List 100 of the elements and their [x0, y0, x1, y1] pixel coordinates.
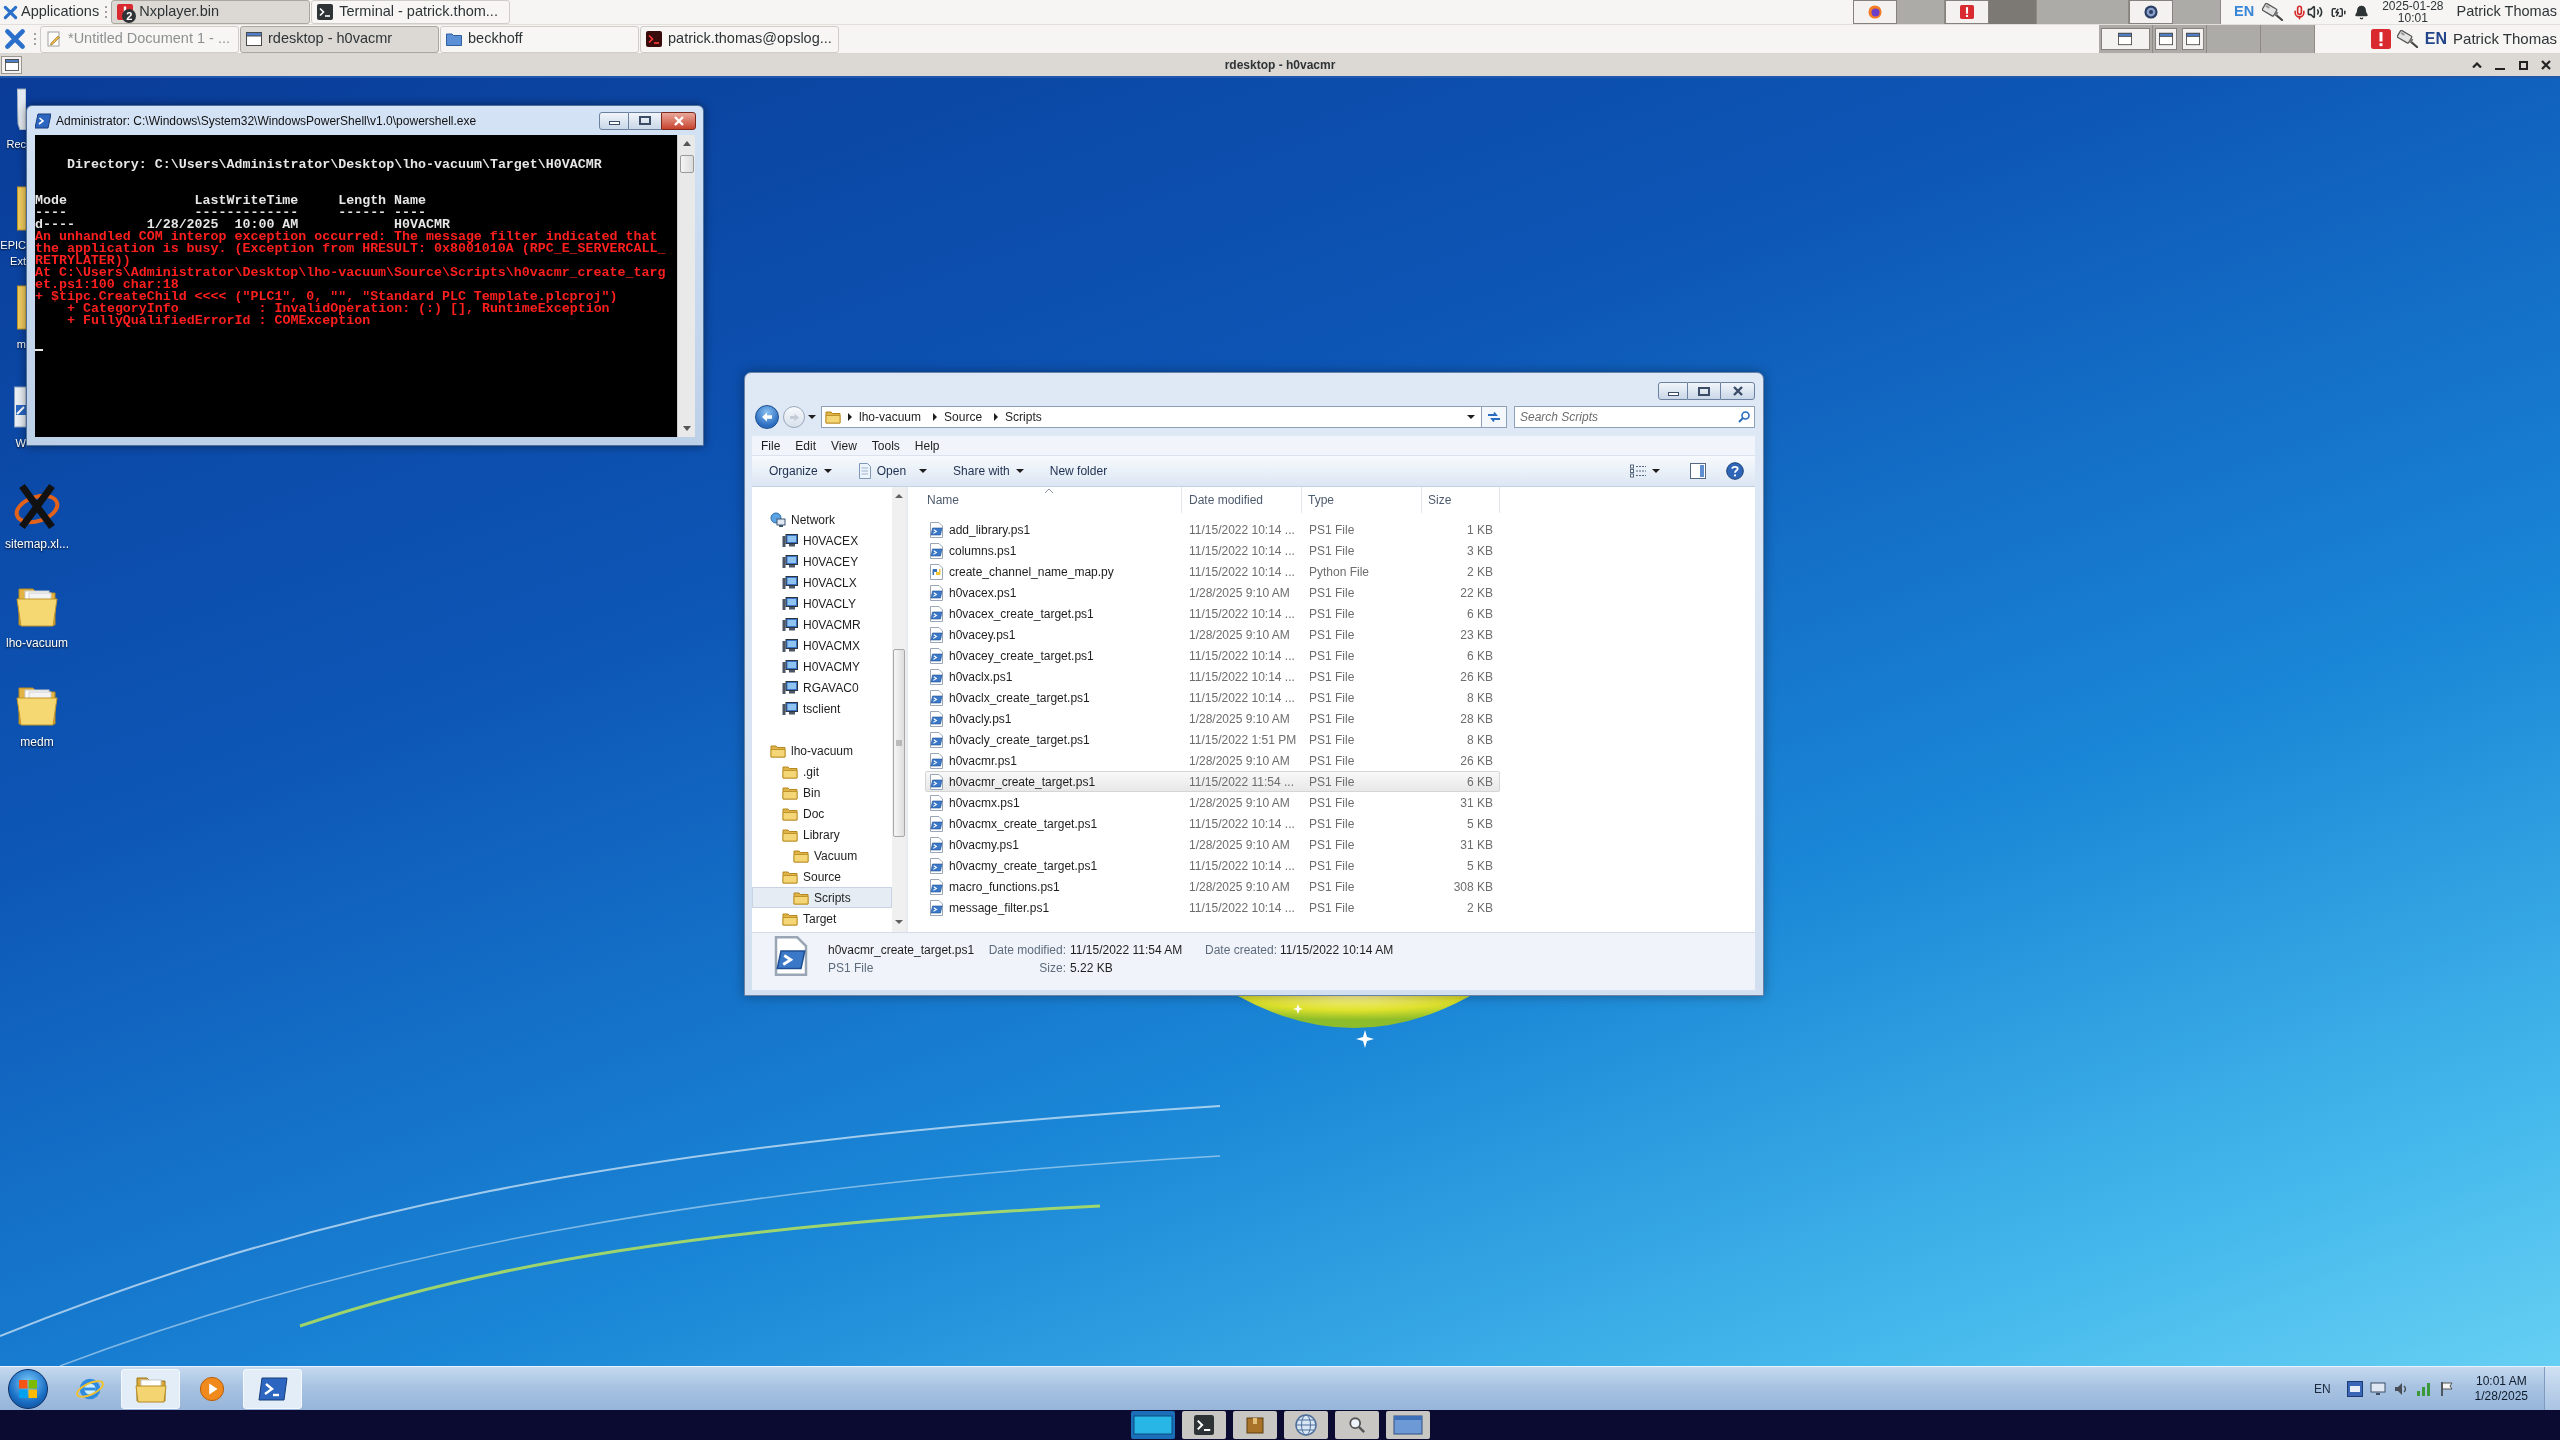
monitor-icon[interactable]: [2369, 1380, 2386, 1397]
menu-item[interactable]: Tools: [864, 436, 907, 455]
applications-menu[interactable]: Applications: [0, 0, 102, 24]
tree-item[interactable]: Scripts: [752, 887, 892, 908]
microphone-icon[interactable]: [2292, 4, 2308, 20]
task-button[interactable]: patrick.thomas@opslog...: [640, 25, 839, 53]
file-row[interactable]: h0vacly.ps1 1/28/2025 9:10 AM PS1 File 28 KB: [925, 708, 1500, 729]
tree-item[interactable]: lho-vacuum: [752, 740, 892, 761]
column-header[interactable]: Type: [1302, 487, 1422, 513]
tree-item[interactable]: Target: [752, 908, 892, 929]
column-header[interactable]: Date modified: [1182, 487, 1302, 513]
plug-icon[interactable]: [2396, 30, 2419, 48]
file-row[interactable]: h0vacey.ps1 1/28/2025 9:10 AM PS1 File 23 KB: [925, 624, 1500, 645]
dock-launcher[interactable]: [1283, 1411, 1328, 1439]
tree-item[interactable]: Source: [752, 866, 892, 887]
column-header[interactable]: Size: [1422, 487, 1500, 513]
dock-launcher[interactable]: [1181, 1411, 1226, 1439]
clock[interactable]: 10:01 AM 1/28/2025: [2468, 1373, 2534, 1404]
keyboard-icon[interactable]: [2346, 1380, 2363, 1397]
maximize-button[interactable]: [1688, 382, 1720, 400]
minimize-button[interactable]: [1658, 382, 1688, 400]
scroll-up-icon[interactable]: [895, 494, 903, 498]
file-row[interactable]: h0vacmx.ps1 1/28/2025 9:10 AM PS1 File 31 KB: [925, 792, 1500, 813]
breadcrumb-item[interactable]: Scripts: [1000, 408, 1047, 426]
maximize-button[interactable]: [629, 111, 661, 130]
task-button[interactable]: rdesktop - h0vacmr: [240, 25, 439, 53]
x-ring-icon[interactable]: [13, 482, 61, 530]
close-button[interactable]: [661, 111, 696, 130]
tree-item[interactable]: H0VACMY: [752, 656, 892, 677]
notifications-icon[interactable]: [2354, 4, 2370, 20]
dock-launcher[interactable]: [1232, 1411, 1277, 1439]
scroll-down-icon[interactable]: [895, 920, 903, 924]
close-button[interactable]: [1720, 382, 1755, 400]
menu-item[interactable]: File: [754, 436, 788, 455]
open-button[interactable]: Open: [848, 459, 937, 483]
file-row[interactable]: create_channel_name_map.py 11/15/2022 10:14 ... Python File 2 KB: [925, 561, 1500, 582]
volume-icon[interactable]: [2307, 4, 2324, 20]
tree-item[interactable]: RGAVAC0: [752, 677, 892, 698]
keyboard-layout-indicator[interactable]: EN: [2424, 27, 2448, 51]
language-indicator[interactable]: EN: [2313, 1379, 2331, 1398]
task-button[interactable]: 2 Nxplayer.bin: [111, 0, 311, 24]
search-field[interactable]: Search Scripts: [1514, 406, 1755, 428]
file-row[interactable]: h0vacex.ps1 1/28/2025 9:10 AM PS1 File 22 KB: [925, 582, 1500, 603]
workspace-button[interactable]: [1853, 0, 1945, 24]
dock-launcher[interactable]: [1334, 1411, 1379, 1439]
shortcut-icon[interactable]: [14, 383, 26, 429]
file-row[interactable]: h0vaclx_create_target.ps1 11/15/2022 10:14 ... PS1 File 8 KB: [925, 687, 1500, 708]
back-button[interactable]: [755, 405, 779, 429]
flag-icon[interactable]: [2438, 1380, 2455, 1397]
file-row[interactable]: macro_functions.ps1 1/28/2025 9:10 AM PS1 File 308 KB: [925, 876, 1500, 897]
tree-item[interactable]: .git: [752, 761, 892, 782]
scroll-down-icon[interactable]: [682, 426, 691, 431]
tree-item[interactable]: H0VACEX: [752, 530, 892, 551]
plug-icon[interactable]: [2262, 3, 2285, 21]
taskbar-app-button[interactable]: [243, 1368, 302, 1409]
dock-launcher[interactable]: [1130, 1411, 1175, 1439]
vertical-scrollbar[interactable]: [677, 135, 695, 437]
tree-item[interactable]: H0VACLX: [752, 572, 892, 593]
vertical-scrollbar[interactable]: [892, 487, 906, 932]
file-row[interactable]: h0vacmy_create_target.ps1 11/15/2022 10:14 ... PS1 File 5 KB: [925, 855, 1500, 876]
scroll-thumb[interactable]: [893, 649, 905, 837]
file-row[interactable]: columns.ps1 11/15/2022 10:14 ... PS1 File 3 KB: [925, 540, 1500, 561]
tree-item[interactable]: H0VACMR: [752, 614, 892, 635]
file-row[interactable]: h0vaclx.ps1 11/15/2022 10:14 ... PS1 File 26 KB: [925, 666, 1500, 687]
user-menu[interactable]: Patrick Thomas: [2456, 1, 2557, 23]
tree-item[interactable]: tsclient: [752, 698, 892, 719]
file-row[interactable]: h0vacly_create_target.ps1 11/15/2022 1:51 PM PS1 File 8 KB: [925, 729, 1500, 750]
window-menu-button[interactable]: [1, 56, 22, 74]
breadcrumb-item[interactable]: Source: [939, 408, 988, 426]
recycle-bin-icon[interactable]: [17, 86, 26, 130]
dock-launcher[interactable]: [1385, 1411, 1430, 1439]
breadcrumb-item[interactable]: lho-vacuum: [854, 408, 927, 426]
tree-item[interactable]: Vacuum: [752, 845, 892, 866]
show-desktop-button[interactable]: [2544, 1366, 2560, 1411]
minimize-button[interactable]: [599, 111, 629, 130]
file-row[interactable]: h0vacmr_create_target.ps1 11/15/2022 11:54 ... PS1 File 6 KB: [925, 771, 1500, 792]
user-menu[interactable]: Patrick Thomas: [2453, 27, 2557, 51]
tree-item[interactable]: Doc: [752, 803, 892, 824]
start-button[interactable]: [8, 1368, 48, 1409]
menu-item[interactable]: View: [824, 436, 864, 455]
toolbar-button[interactable]: New folder: [1040, 459, 1117, 483]
tree-item[interactable]: Library: [752, 824, 892, 845]
file-row[interactable]: h0vacmr.ps1 1/28/2025 9:10 AM PS1 File 26 KB: [925, 750, 1500, 771]
task-button[interactable]: Terminal - patrick.thom...: [311, 0, 511, 24]
scroll-thumb[interactable]: [679, 155, 694, 173]
file-row[interactable]: h0vacmy.ps1 1/28/2025 9:10 AM PS1 File 31 KB: [925, 834, 1500, 855]
task-button[interactable]: beckhoff: [440, 25, 639, 53]
tree-item[interactable]: H0VACEY: [752, 551, 892, 572]
menu-item[interactable]: Edit: [788, 436, 824, 455]
file-row[interactable]: add_library.ps1 11/15/2022 10:14 ... PS1 File 1 KB: [925, 519, 1500, 540]
file-row[interactable]: message_filter.ps1 11/15/2022 10:14 ... PS1 File 2 KB: [925, 897, 1500, 918]
workspace-button[interactable]: [1945, 0, 2037, 24]
file-row[interactable]: h0vacey_create_target.ps1 11/15/2022 10:14 ... PS1 File 6 KB: [925, 645, 1500, 666]
toolbar-menu-button[interactable]: Organize: [760, 459, 841, 483]
workspace-button[interactable]: [2152, 25, 2207, 53]
tree-item[interactable]: Network: [752, 509, 892, 530]
workspace-button[interactable]: [2129, 0, 2221, 24]
menu-item[interactable]: Help: [907, 436, 947, 455]
tree-item[interactable]: H0VACMX: [752, 635, 892, 656]
file-row[interactable]: h0vacex_create_target.ps1 11/15/2022 10:14 ... PS1 File 6 KB: [925, 603, 1500, 624]
